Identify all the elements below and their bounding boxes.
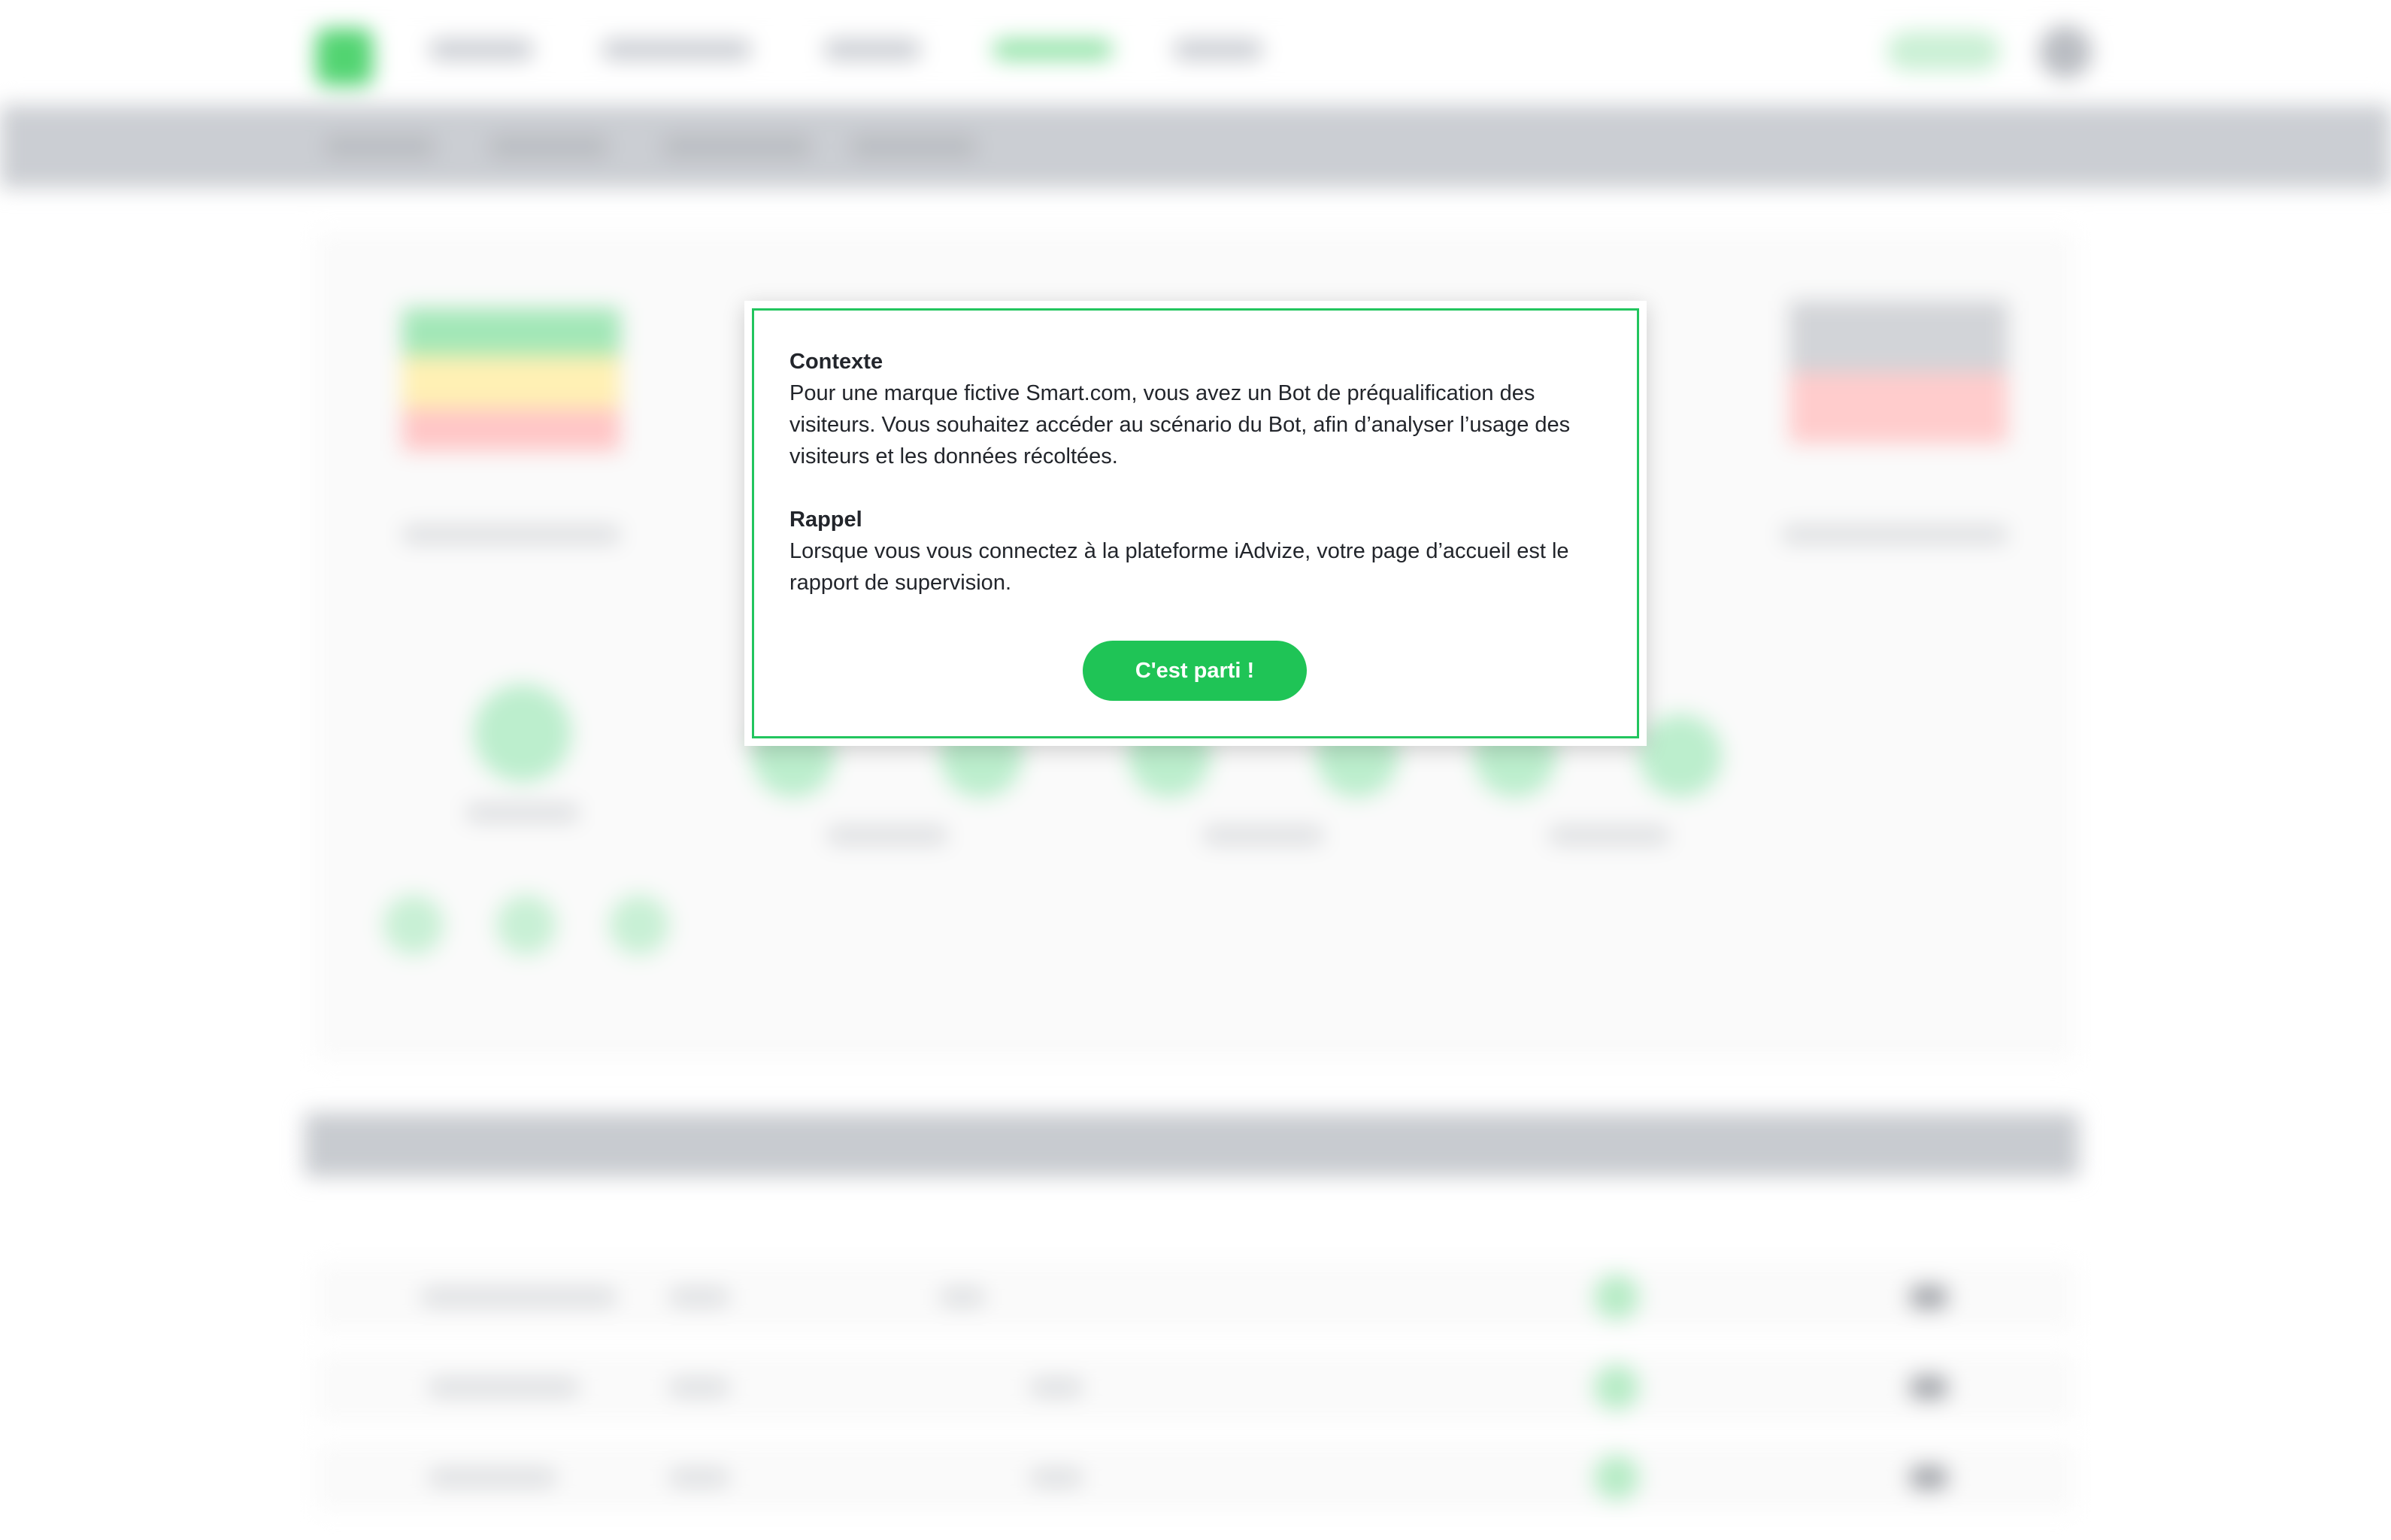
onboarding-modal: Contexte Pour une marque fictive Smart.c…: [744, 301, 1647, 746]
modal-content: Contexte Pour une marque fictive Smart.c…: [789, 346, 1602, 630]
context-text: Pour une marque fictive Smart.com, vous …: [789, 381, 1571, 468]
reminder-title: Rappel: [789, 508, 862, 532]
context-title: Contexte: [789, 350, 883, 374]
reminder-text: Lorsque vous vous connectez à la platefo…: [789, 539, 1569, 595]
start-button[interactable]: C'est parti !: [1083, 641, 1307, 701]
modal-backdrop: [0, 0, 2391, 1540]
